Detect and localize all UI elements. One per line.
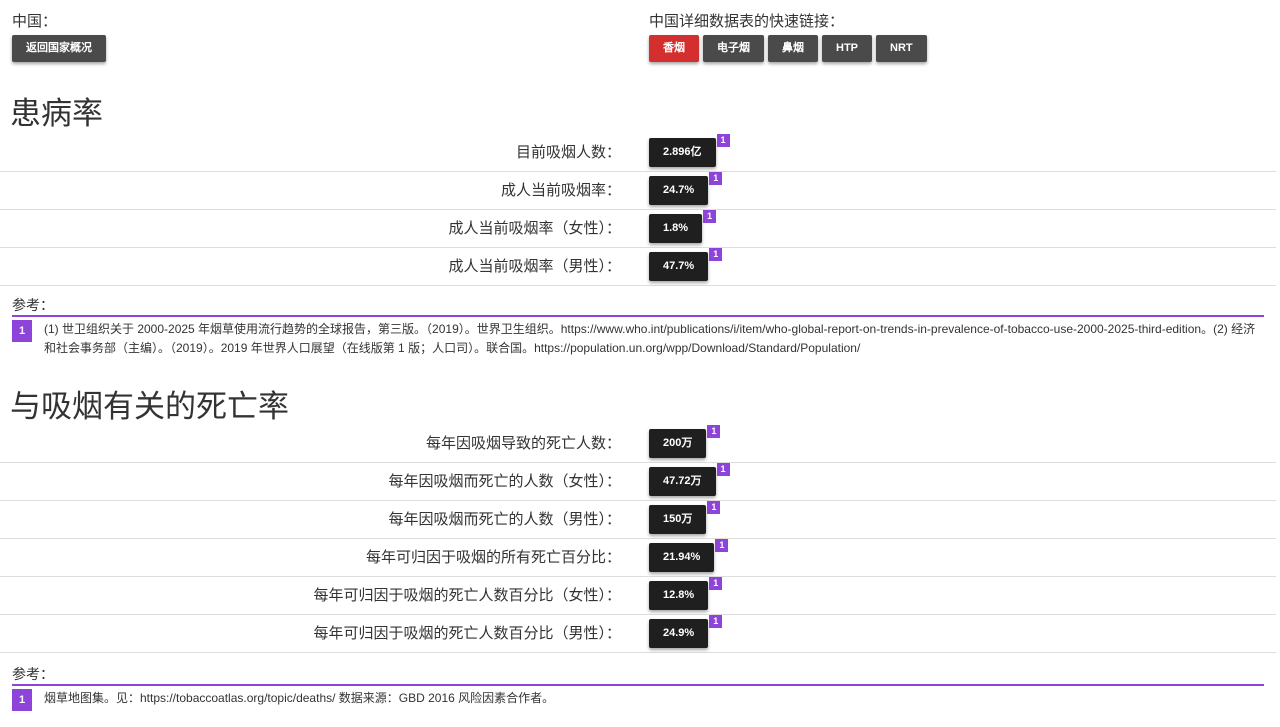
mortality-title: 与吸烟有关的死亡率 xyxy=(10,389,289,424)
quick-links-label: 中国详细数据表的快速链接： xyxy=(649,13,845,30)
reference-number: 1 xyxy=(12,320,32,342)
quick-link-snuff[interactable]: 鼻烟 xyxy=(768,35,818,62)
table-row: 每年可归因于吸烟的死亡人数百分比（男性）： 24.9%1 xyxy=(0,615,1276,653)
stat-value: 12.8% xyxy=(649,581,709,610)
table-row: 每年可归因于吸烟的所有死亡百分比： 21.94%1 xyxy=(0,539,1276,577)
stat-label: 成人当前吸烟率（男性）： xyxy=(448,258,621,275)
stat-label: 每年可归因于吸烟的死亡人数百分比（男性）： xyxy=(313,625,621,642)
stat-value-wrap: 47.7%1 xyxy=(649,248,723,281)
stat-value: 21.94% xyxy=(649,543,715,572)
stat-value: 24.7% xyxy=(649,176,709,205)
quick-link-nrt[interactable]: NRT xyxy=(876,35,927,62)
table-row: 成人当前吸烟率： 24.7%1 xyxy=(0,172,1276,210)
stat-label: 每年因吸烟导致的死亡人数： xyxy=(425,435,621,452)
stat-value: 150万 xyxy=(649,505,707,534)
reference-marker[interactable]: 1 xyxy=(709,615,723,628)
stat-value: 47.72万 xyxy=(649,467,716,496)
reference-number: 1 xyxy=(12,689,32,711)
stat-value-wrap: 1.8%1 xyxy=(649,210,717,243)
reference-item: 1 烟草地图集。见：https://tobaccoatlas.org/topic… xyxy=(12,689,1264,711)
stat-value: 1.8% xyxy=(649,214,703,243)
stat-label: 每年可归因于吸烟的所有死亡百分比： xyxy=(365,549,621,566)
stat-label: 每年因吸烟而死亡的人数（女性）： xyxy=(388,473,621,490)
table-row: 每年因吸烟而死亡的人数（男性）： 150万1 xyxy=(0,501,1276,539)
references-title: 参考： xyxy=(12,296,1264,317)
country-header: 中国： 返回国家概况 xyxy=(12,12,106,62)
stat-value: 24.9% xyxy=(649,619,709,648)
stat-label: 成人当前吸烟率： xyxy=(500,182,621,199)
reference-marker[interactable]: 1 xyxy=(709,248,723,261)
stat-label: 成人当前吸烟率（女性）： xyxy=(448,220,621,237)
reference-item: 1 (1) 世卫组织关于 2000-2025 年烟草使用流行趋势的全球报告，第三… xyxy=(12,320,1264,358)
stat-value-wrap: 12.8%1 xyxy=(649,577,723,610)
stat-value-wrap: 24.7%1 xyxy=(649,172,723,205)
stat-value-wrap: 150万1 xyxy=(649,501,721,534)
stat-value-wrap: 24.9%1 xyxy=(649,615,723,648)
back-to-country-overview-button[interactable]: 返回国家概况 xyxy=(12,35,106,62)
table-row: 目前吸烟人数： 2.896亿1 xyxy=(0,134,1276,172)
table-row: 成人当前吸烟率（男性）： 47.7%1 xyxy=(0,248,1276,286)
reference-marker[interactable]: 1 xyxy=(716,134,730,147)
country-label: 中国： xyxy=(12,13,58,30)
references-title: 参考： xyxy=(12,665,1264,686)
quick-link-e-cigarettes[interactable]: 电子烟 xyxy=(703,35,764,62)
stat-value: 200万 xyxy=(649,429,707,458)
table-row: 每年因吸烟导致的死亡人数： 200万1 xyxy=(0,425,1276,463)
stat-label: 目前吸烟人数： xyxy=(515,144,621,161)
stat-label: 每年因吸烟而死亡的人数（男性）： xyxy=(388,511,621,528)
table-row: 成人当前吸烟率（女性）： 1.8%1 xyxy=(0,210,1276,248)
reference-text: 烟草地图集。见：https://tobaccoatlas.org/topic/d… xyxy=(44,691,555,705)
reference-marker[interactable]: 1 xyxy=(707,501,721,514)
reference-marker[interactable]: 1 xyxy=(709,172,723,185)
stat-value-wrap: 2.896亿1 xyxy=(649,134,730,167)
mortality-references: 参考： 1 烟草地图集。见：https://tobaccoatlas.org/t… xyxy=(12,665,1264,711)
stat-value-wrap: 200万1 xyxy=(649,425,721,458)
stat-value-wrap: 21.94%1 xyxy=(649,539,729,572)
stat-value: 2.896亿 xyxy=(649,138,716,167)
quick-links-group: 香烟 电子烟 鼻烟 HTP NRT xyxy=(649,32,931,62)
reference-marker[interactable]: 1 xyxy=(703,210,717,223)
reference-text: (1) 世卫组织关于 2000-2025 年烟草使用流行趋势的全球报告，第三版。… xyxy=(44,322,1256,355)
quick-link-htp[interactable]: HTP xyxy=(822,35,872,62)
table-row: 每年可归因于吸烟的死亡人数百分比（女性）： 12.8%1 xyxy=(0,577,1276,615)
stat-label: 每年可归因于吸烟的死亡人数百分比（女性）： xyxy=(313,587,621,604)
prevalence-title: 患病率 xyxy=(10,96,103,131)
reference-marker[interactable]: 1 xyxy=(707,425,721,438)
mortality-table: 每年因吸烟导致的死亡人数： 200万1 每年因吸烟而死亡的人数（女性）： 47.… xyxy=(0,425,1276,653)
reference-marker[interactable]: 1 xyxy=(715,539,729,552)
stat-value-wrap: 47.72万1 xyxy=(649,463,730,496)
prevalence-references: 参考： 1 (1) 世卫组织关于 2000-2025 年烟草使用流行趋势的全球报… xyxy=(12,296,1264,358)
quick-link-cigarettes[interactable]: 香烟 xyxy=(649,35,699,62)
stat-value: 47.7% xyxy=(649,252,709,281)
quick-links: 中国详细数据表的快速链接： 香烟 电子烟 鼻烟 HTP NRT xyxy=(649,12,931,62)
prevalence-table: 目前吸烟人数： 2.896亿1 成人当前吸烟率： 24.7%1 成人当前吸烟率（… xyxy=(0,134,1276,286)
reference-marker[interactable]: 1 xyxy=(716,463,730,476)
reference-marker[interactable]: 1 xyxy=(709,577,723,590)
table-row: 每年因吸烟而死亡的人数（女性）： 47.72万1 xyxy=(0,463,1276,501)
